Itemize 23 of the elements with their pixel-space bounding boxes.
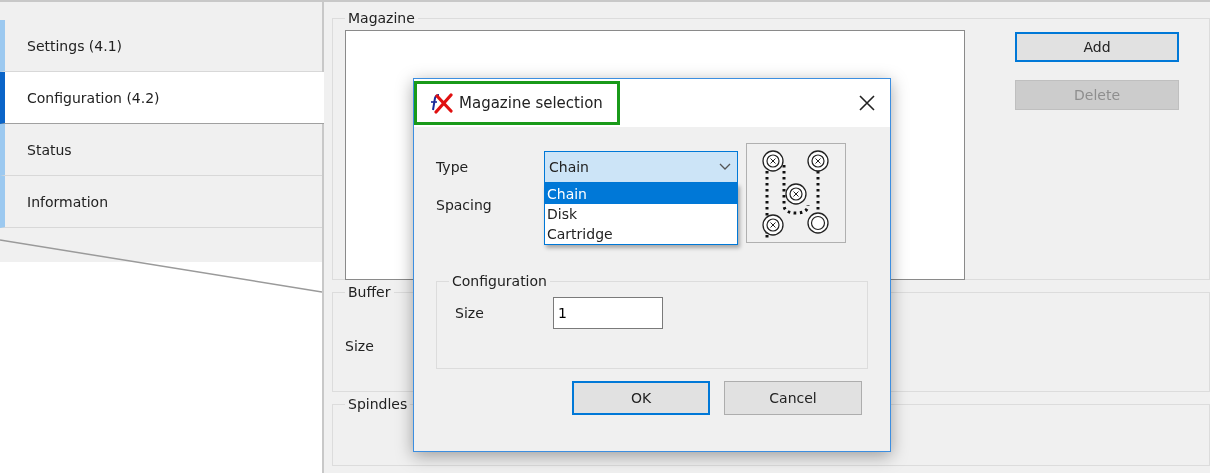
size-label: Size xyxy=(345,338,375,354)
close-icon[interactable] xyxy=(858,94,876,112)
dialog-button[interactable]: Cancel xyxy=(724,381,862,415)
action-button[interactable]: Add xyxy=(1015,32,1179,62)
chevron-down-icon xyxy=(719,163,731,171)
type-dropdown[interactable]: Chain xyxy=(544,151,738,183)
sidebar-tab[interactable]: Status xyxy=(0,124,322,176)
spacing-label: Spacing xyxy=(436,197,493,213)
sidebar-tab[interactable]: Configuration (4.2) xyxy=(0,72,324,124)
type-label: Type xyxy=(436,159,470,175)
dropdown-option[interactable]: Chain xyxy=(545,184,737,204)
group-title: Spindles xyxy=(347,396,409,412)
sidebar-tab[interactable]: Information xyxy=(0,176,322,228)
dropdown-option[interactable]: Cartridge xyxy=(545,224,737,244)
group-title: Magazine xyxy=(347,10,416,26)
sidebar-tab[interactable]: Settings (4.1) xyxy=(0,20,322,72)
dialog-title: Magazine selection xyxy=(459,94,603,112)
size-label: Size xyxy=(454,305,485,321)
dialog-button[interactable]: OK xyxy=(572,381,710,415)
group-title: Buffer xyxy=(347,284,392,300)
dropdown-option[interactable]: Disk xyxy=(545,204,737,224)
size-input[interactable]: 1 xyxy=(553,297,663,329)
group-title: Configuration xyxy=(451,273,548,289)
